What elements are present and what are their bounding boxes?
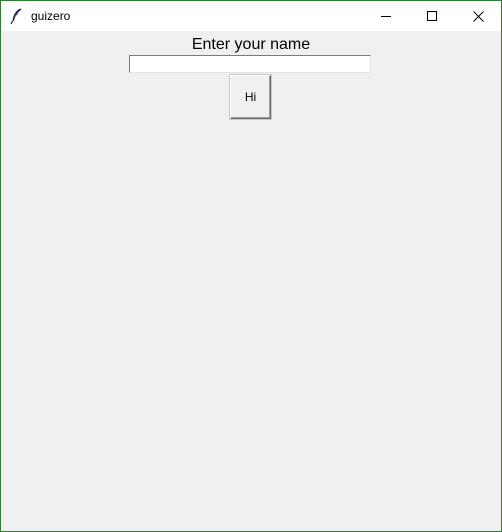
close-icon — [472, 10, 484, 22]
maximize-button[interactable] — [409, 1, 455, 31]
minimize-icon — [381, 11, 391, 21]
maximize-icon — [427, 11, 437, 21]
app-window: guizero Enter your name Hi — [0, 0, 502, 532]
close-button[interactable] — [455, 1, 501, 31]
title-bar[interactable]: guizero — [1, 1, 501, 31]
feather-icon — [9, 7, 23, 25]
hi-button[interactable]: Hi — [230, 75, 271, 119]
minimize-button[interactable] — [363, 1, 409, 31]
name-prompt-label: Enter your name — [191, 36, 311, 53]
name-input[interactable] — [129, 55, 371, 73]
window-title: guizero — [31, 9, 71, 23]
app-content: Enter your name Hi — [1, 31, 501, 531]
